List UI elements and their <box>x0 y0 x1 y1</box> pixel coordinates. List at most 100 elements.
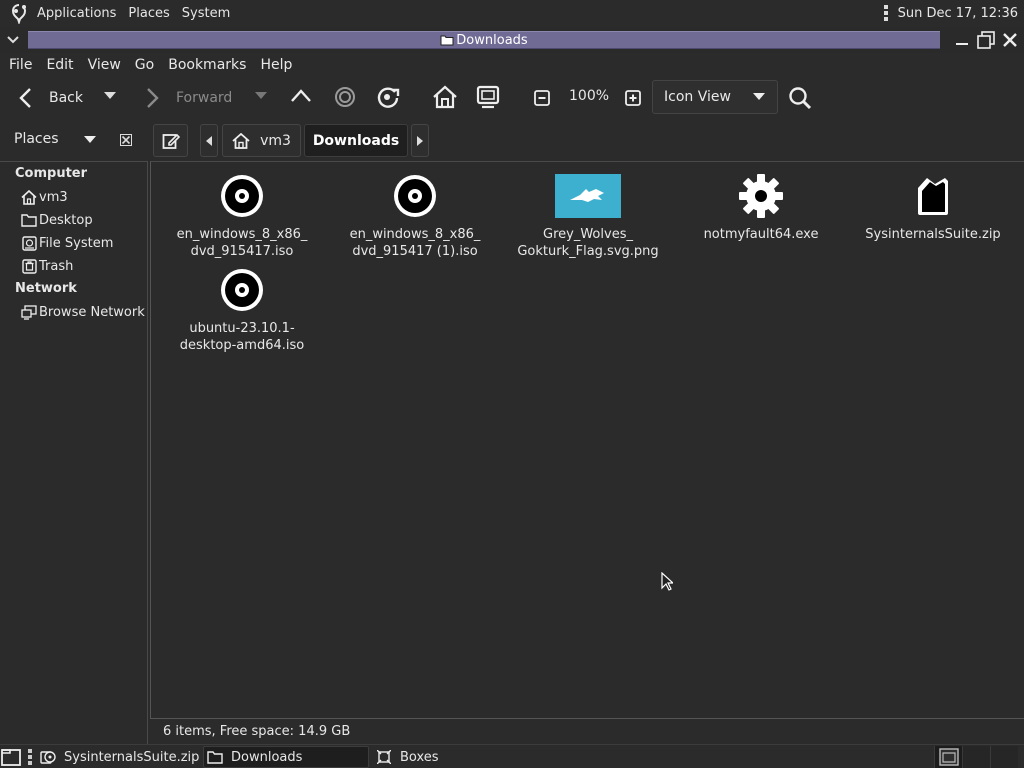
reload-icon[interactable] <box>376 86 400 108</box>
menubar: File Edit View Go Bookmarks Help <box>0 53 1024 77</box>
path-label-downloads: Downloads <box>312 132 400 149</box>
menu-view[interactable]: View <box>81 57 128 73</box>
close-icon[interactable] <box>1000 30 1020 50</box>
taskbar-handle-icon <box>27 749 33 765</box>
boxes-icon <box>376 749 392 765</box>
applications-menu[interactable]: Applications <box>31 0 122 26</box>
sidebar-heading-computer: Computer <box>15 166 88 181</box>
file-name: SysinternalsSuite.zip <box>865 227 1001 242</box>
forward-label: Forward <box>176 90 233 106</box>
gear-icon <box>737 172 785 220</box>
task-sysinternalssuite[interactable]: SysinternalsSuite.zip <box>38 746 200 768</box>
clock[interactable]: Sun Dec 17, 12:36 <box>898 6 1018 21</box>
workspace-3[interactable] <box>990 746 1018 768</box>
path-button-downloads[interactable]: Downloads <box>304 124 408 157</box>
view-mode-select[interactable]: Icon View <box>652 80 778 114</box>
sidebar-item-browse-network[interactable]: Browse Network <box>21 302 145 322</box>
forward-arrow-icon <box>142 86 164 110</box>
image-thumbnail <box>555 172 621 220</box>
maximize-icon[interactable] <box>976 30 996 50</box>
disc-icon <box>218 266 266 314</box>
window-menu-icon[interactable] <box>1 28 25 52</box>
menu-file[interactable]: File <box>2 57 39 73</box>
workspace-2[interactable] <box>962 746 990 768</box>
disc-icon <box>218 172 266 220</box>
window-title-strip[interactable]: Downloads <box>28 31 940 49</box>
status-text: 6 items, Free space: 14.9 GB <box>163 724 351 739</box>
sidebar-item-label: Trash <box>39 258 74 274</box>
file-item-notmyfault64-exe[interactable]: notmyfault64.exe <box>676 172 846 243</box>
computer-icon[interactable] <box>476 85 500 109</box>
sidebar-item-label: vm3 <box>39 189 68 205</box>
sidebar-item-label: Browse Network <box>39 304 145 320</box>
search-icon[interactable] <box>788 86 812 110</box>
back-arrow-icon <box>14 86 36 110</box>
zoom-level[interactable]: 100% <box>569 88 609 104</box>
file-item-ubuntu-iso[interactable]: ubuntu-23.10.1- desktop-amd64.iso <box>157 266 327 354</box>
path-button-vm3[interactable]: vm3 <box>222 124 301 157</box>
home-icon[interactable] <box>432 85 458 109</box>
toggle-location-entry-button[interactable] <box>153 124 188 157</box>
chevron-right-icon <box>417 135 423 146</box>
back-history-dropdown-icon[interactable] <box>104 92 116 100</box>
file-item-grey-wolves-png[interactable]: Grey_Wolves_ Gokturk_Flag.svg.png <box>503 172 673 260</box>
menu-bookmarks[interactable]: Bookmarks <box>161 57 253 73</box>
system-menu[interactable]: System <box>176 0 236 26</box>
file-item-en-windows-8-iso[interactable]: en_windows_8_x86_ dvd_915417.iso <box>157 172 327 260</box>
disc-icon <box>391 172 439 220</box>
task-label: Boxes <box>400 749 439 765</box>
zoom-out-icon[interactable] <box>534 90 550 106</box>
file-icon-view[interactable]: en_windows_8_x86_ dvd_915417.iso en_wind… <box>150 161 1024 718</box>
sidebar-item-file-system[interactable]: File System <box>21 233 113 253</box>
path-label-vm3: vm3 <box>260 132 291 149</box>
forward-history-dropdown-icon[interactable] <box>255 92 267 100</box>
menu-edit[interactable]: Edit <box>39 57 80 73</box>
window-titlebar[interactable]: Downloads <box>0 27 1024 53</box>
path-scroll-right-button[interactable] <box>411 124 429 157</box>
workspace-1[interactable] <box>934 746 962 768</box>
path-scroll-left-button[interactable] <box>200 124 218 157</box>
location-bar: Places vm3 Downloads <box>0 121 1024 159</box>
task-boxes[interactable]: Boxes <box>374 746 514 768</box>
file-name: en_windows_8_x86_ dvd_915417 (1).iso <box>349 227 481 259</box>
mouse-pointer-icon <box>661 572 673 591</box>
network-icon <box>21 304 37 320</box>
workspace-switcher[interactable] <box>934 746 1018 768</box>
menu-go[interactable]: Go <box>128 57 161 73</box>
menu-help[interactable]: Help <box>253 57 299 73</box>
stop-icon[interactable] <box>334 86 356 108</box>
forward-button[interactable]: Forward <box>142 84 232 112</box>
task-downloads[interactable]: Downloads <box>203 746 369 768</box>
file-item-en-windows-8-iso-copy[interactable]: en_windows_8_x86_ dvd_915417 (1).iso <box>330 172 500 260</box>
folder-icon <box>21 212 37 228</box>
places-selector[interactable]: Places <box>14 131 59 147</box>
places-dropdown-icon[interactable] <box>84 136 96 144</box>
minimize-icon[interactable] <box>952 30 972 50</box>
file-name: ubuntu-23.10.1- desktop-amd64.iso <box>179 321 305 353</box>
toolbar: Back Forward 100% Icon View <box>0 78 1024 118</box>
sidebar-item-desktop[interactable]: Desktop <box>21 210 93 230</box>
sidebar-item-label: File System <box>39 235 114 251</box>
back-label: Back <box>49 90 83 106</box>
gnome-foot-icon[interactable] <box>7 1 31 25</box>
file-item-sysinternalssuite-zip[interactable]: SysinternalsSuite.zip <box>848 172 1018 243</box>
trash-icon <box>21 258 37 274</box>
task-label: SysinternalsSuite.zip <box>64 749 200 765</box>
task-label: Downloads <box>231 749 303 765</box>
places-menu[interactable]: Places <box>122 0 175 26</box>
panel-handle-icon <box>880 4 892 22</box>
sidebar-item-trash[interactable]: Trash <box>21 256 73 276</box>
edit-icon <box>162 132 180 150</box>
package-icon <box>909 172 957 220</box>
back-button[interactable]: Back <box>14 84 83 112</box>
sidebar-item-vm3[interactable]: vm3 <box>21 187 68 207</box>
show-desktop-icon[interactable] <box>1 747 23 767</box>
close-sidebar-icon[interactable] <box>119 133 133 147</box>
top-panel: Applications Places System Sun Dec 17, 1… <box>0 0 1024 26</box>
folder-icon <box>207 749 223 765</box>
drive-icon <box>21 235 37 251</box>
bottom-taskbar: SysinternalsSuite.zip Downloads Boxes <box>0 744 1024 768</box>
home-icon <box>232 132 250 149</box>
zoom-in-icon[interactable] <box>625 90 641 106</box>
up-arrow-icon[interactable] <box>290 88 312 104</box>
